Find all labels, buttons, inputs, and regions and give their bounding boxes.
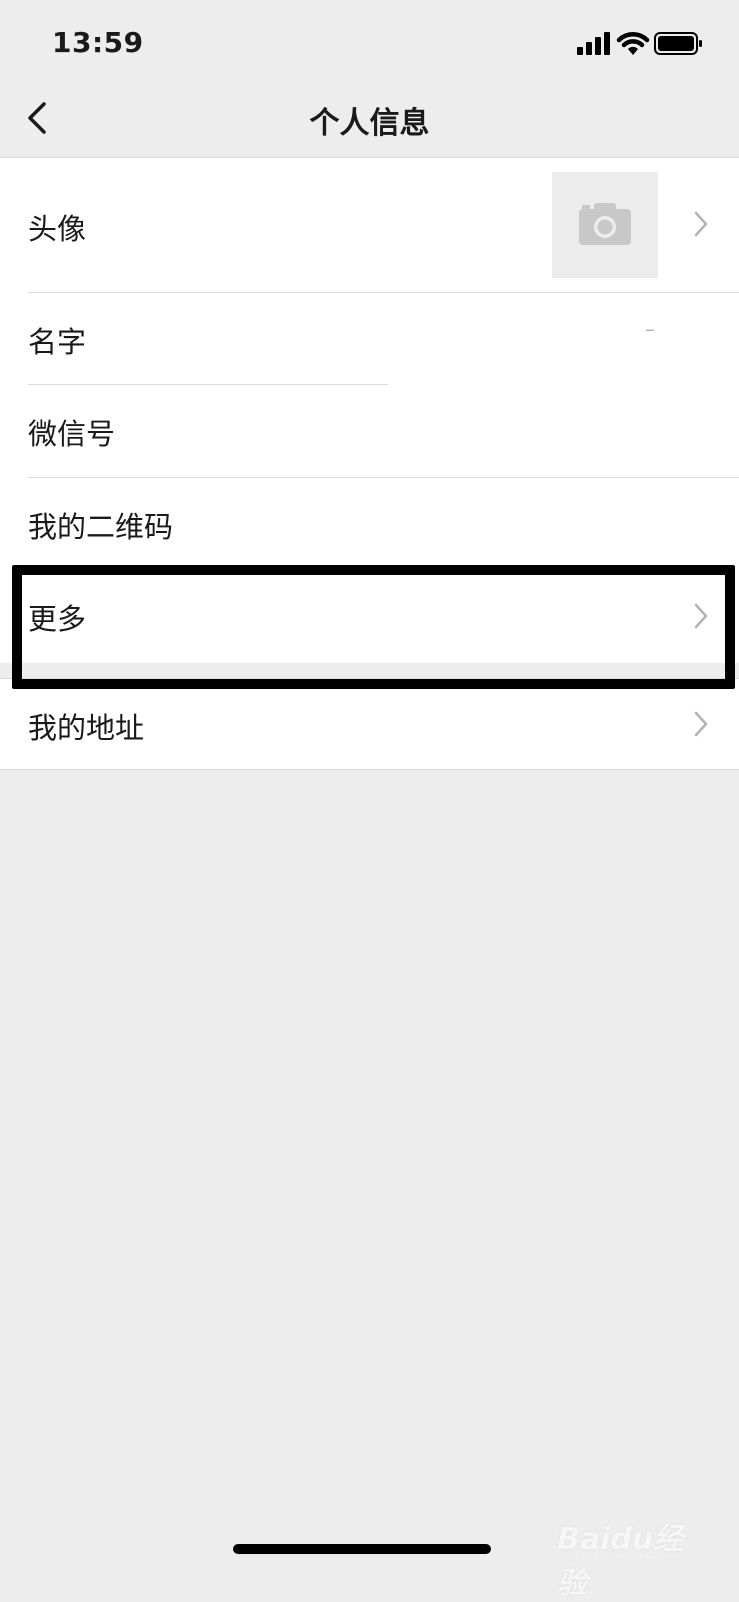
page-title: 个人信息 — [309, 106, 430, 141]
name-value: – — [645, 317, 655, 341]
navigation-bar: 个人信息 — [0, 86, 739, 156]
more-row[interactable]: 更多 — [0, 570, 739, 663]
avatar-label: 头像 — [28, 212, 87, 246]
chevron-right-icon — [694, 603, 708, 629]
signal-icon — [577, 32, 610, 55]
avatar-row[interactable]: 头像 — [0, 158, 739, 292]
wifi-icon — [616, 32, 650, 55]
address-label: 我的地址 — [28, 711, 145, 745]
chevron-right-icon — [694, 211, 708, 237]
camera-icon — [579, 203, 631, 245]
status-bar: 13:59 — [0, 0, 739, 86]
profile-info-group: 头像 名字 – 微信号 我的二维码 更多 — [0, 157, 739, 663]
battery-icon — [654, 32, 702, 55]
status-icons — [549, 30, 709, 60]
more-label: 更多 — [28, 602, 87, 636]
qr-code-row[interactable]: 我的二维码 — [0, 478, 739, 570]
home-indicator — [233, 1544, 491, 1554]
name-label: 名字 — [28, 325, 87, 359]
status-time: 13:59 — [52, 26, 144, 59]
avatar[interactable] — [552, 172, 658, 278]
watermark-subtext: jingyan.baidu.com — [575, 1550, 668, 1561]
address-row[interactable]: 我的地址 — [0, 679, 739, 769]
qr-code-label: 我的二维码 — [28, 510, 174, 544]
name-row[interactable]: 名字 – — [0, 293, 739, 385]
wechat-id-row[interactable]: 微信号 — [0, 385, 739, 477]
address-group: 我的地址 — [0, 678, 739, 770]
watermark: Baidu经验 jingyan.baidu.com — [555, 1500, 705, 1601]
chevron-right-icon — [694, 711, 708, 737]
wechat-id-label: 微信号 — [28, 417, 116, 451]
